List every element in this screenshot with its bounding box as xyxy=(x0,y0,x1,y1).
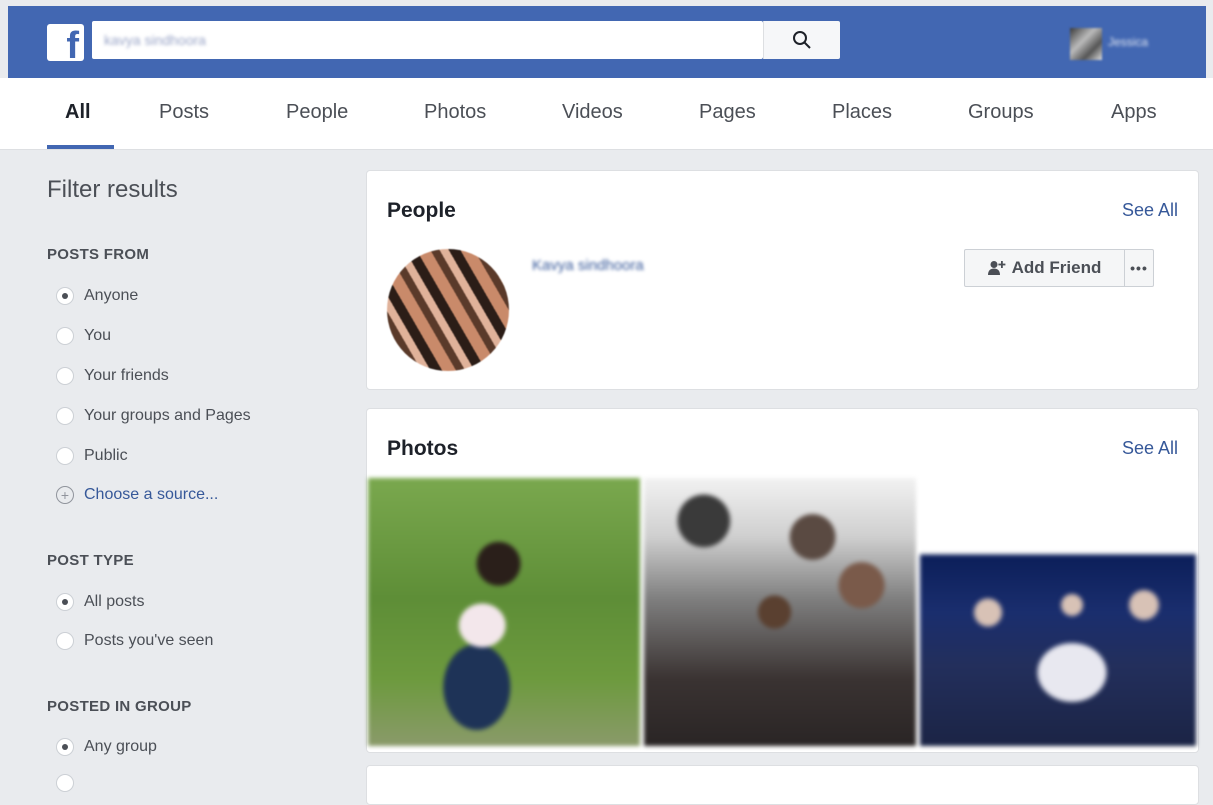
post-type-heading: POST TYPE xyxy=(47,552,134,569)
people-card-title: People xyxy=(387,199,456,222)
add-friend-icon xyxy=(987,261,1006,275)
posts-from-option-groups-and-pages[interactable]: Your groups and Pages xyxy=(56,405,251,427)
posts-from-heading: POSTS FROM xyxy=(47,246,150,263)
posts-from-option-you[interactable]: You xyxy=(56,325,111,347)
radio[interactable] xyxy=(56,407,74,425)
add-friend-label: Add Friend xyxy=(1011,258,1102,277)
people-card: People See All Kavya sindhoora Add Frien… xyxy=(366,170,1199,390)
people-see-all-link[interactable]: See All xyxy=(1122,200,1178,221)
filter-results-title: Filter results xyxy=(47,176,178,203)
radio[interactable] xyxy=(56,367,74,385)
option-label: Any group xyxy=(84,738,157,755)
option-label: You xyxy=(84,327,111,344)
more-options-button[interactable]: ••• xyxy=(1125,250,1153,286)
add-friend-button-group: Add Friend ••• xyxy=(964,249,1154,287)
active-tab-indicator xyxy=(47,145,114,149)
option-label: Your groups and Pages xyxy=(84,407,251,424)
tab-posts[interactable]: Posts xyxy=(159,101,209,124)
photo-thumbnail-2[interactable] xyxy=(644,478,916,746)
posted-in-group-heading: POSTED IN GROUP xyxy=(47,698,192,715)
radio[interactable] xyxy=(56,327,74,345)
person-name-link[interactable]: Kavya sindhoora xyxy=(532,257,644,274)
photo-thumbnail-1[interactable] xyxy=(368,478,640,746)
choose-source-label[interactable]: Choose a source... xyxy=(84,486,218,504)
radio[interactable] xyxy=(56,632,74,650)
choose-source-link[interactable]: + Choose a source... xyxy=(56,484,218,506)
photo-thumbnail-3-detail xyxy=(940,560,1180,710)
photos-see-all-link[interactable]: See All xyxy=(1122,438,1178,459)
tab-all[interactable]: All xyxy=(65,101,91,124)
search-filter-tabs: All Posts People Photos Videos Pages Pla… xyxy=(0,78,1213,150)
option-label: Anyone xyxy=(84,287,139,304)
option-label: Posts you've seen xyxy=(84,632,214,649)
search-box[interactable] xyxy=(92,21,763,59)
option-label: Public xyxy=(84,447,128,464)
post-type-option-posts-seen[interactable]: Posts you've seen xyxy=(56,630,213,652)
posts-from-option-public[interactable]: Public xyxy=(56,445,128,467)
search-icon xyxy=(793,31,811,49)
tab-places[interactable]: Places xyxy=(832,101,892,124)
tab-videos[interactable]: Videos xyxy=(562,101,623,124)
tab-photos[interactable]: Photos xyxy=(424,101,486,124)
option-label: All posts xyxy=(84,593,145,610)
radio-selected[interactable] xyxy=(56,738,74,756)
option-label: Your friends xyxy=(84,367,169,384)
search-button[interactable] xyxy=(763,21,840,59)
radio-selected[interactable] xyxy=(56,287,74,305)
photos-card-title: Photos xyxy=(387,437,459,460)
radio-selected[interactable] xyxy=(56,593,74,611)
next-results-card xyxy=(366,765,1199,805)
posted-in-group-option-next[interactable] xyxy=(56,772,84,794)
search-input[interactable] xyxy=(92,21,763,59)
facebook-logo-letter: f xyxy=(66,25,79,67)
plus-circle-icon: + xyxy=(56,486,74,504)
tab-groups[interactable]: Groups xyxy=(968,101,1034,124)
posted-in-group-option-any-group[interactable]: Any group xyxy=(56,736,157,758)
person-profile-photo[interactable] xyxy=(387,249,509,371)
user-avatar[interactable] xyxy=(1070,28,1102,60)
radio[interactable] xyxy=(56,447,74,465)
posts-from-option-your-friends[interactable]: Your friends xyxy=(56,365,169,387)
radio[interactable] xyxy=(56,774,74,792)
user-name[interactable]: Jessica xyxy=(1108,35,1148,49)
posts-from-option-anyone[interactable]: Anyone xyxy=(56,285,138,307)
add-friend-button[interactable]: Add Friend xyxy=(965,250,1125,286)
tab-people[interactable]: People xyxy=(286,101,348,124)
facebook-logo[interactable]: f xyxy=(47,24,84,65)
top-navigation-bar: f Jessica xyxy=(8,6,1206,78)
post-type-option-all-posts[interactable]: All posts xyxy=(56,591,144,613)
tab-pages[interactable]: Pages xyxy=(699,101,756,124)
tab-apps[interactable]: Apps xyxy=(1111,101,1157,124)
